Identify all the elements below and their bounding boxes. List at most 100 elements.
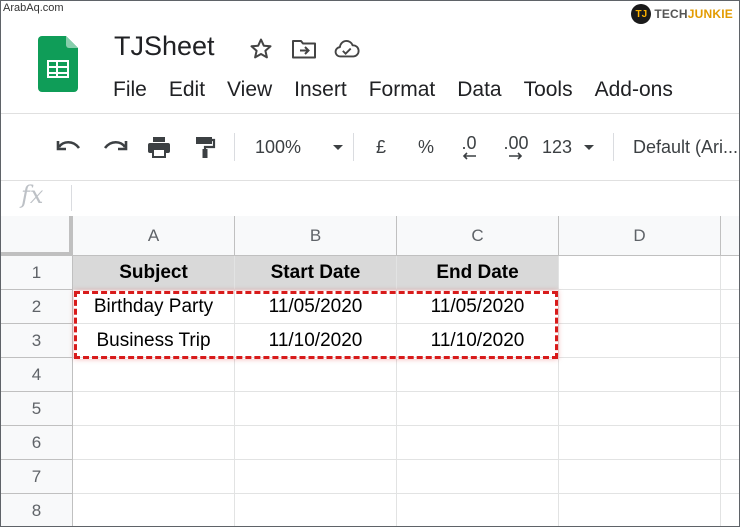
cell-b2[interactable]: 11/05/2020 <box>235 290 397 324</box>
cell-d4[interactable] <box>559 358 721 392</box>
cell-a4[interactable] <box>73 358 235 392</box>
cell-d8[interactable] <box>559 494 721 526</box>
menu-tools[interactable]: Tools <box>524 78 573 102</box>
arrow-right-icon <box>509 152 523 160</box>
star-icon[interactable] <box>248 36 274 62</box>
increase-decimal-button[interactable]: .00 <box>498 132 534 162</box>
chevron-down-icon <box>584 145 594 150</box>
more-formats-button[interactable]: 123 <box>542 132 596 162</box>
watermark-left: ArabAq.com <box>3 2 64 14</box>
cell-c2[interactable]: 11/05/2020 <box>397 290 559 324</box>
cell-b5[interactable] <box>235 392 397 426</box>
cell-a2[interactable]: Birthday Party <box>73 290 235 324</box>
cell-c3[interactable]: 11/10/2020 <box>397 324 559 358</box>
zoom-select[interactable]: 100% <box>255 132 345 162</box>
cell-a8[interactable] <box>73 494 235 526</box>
formula-bar: fx <box>1 179 739 217</box>
formula-divider <box>71 185 72 211</box>
cell-c1[interactable]: End Date <box>397 256 559 290</box>
cell-c4[interactable] <box>397 358 559 392</box>
menu-data[interactable]: Data <box>457 78 501 102</box>
column-header-c[interactable]: C <box>397 216 559 256</box>
fx-label: fx <box>21 181 44 209</box>
header: TJSheet File Edit View Insert Format Dat… <box>1 1 739 113</box>
cell-d7[interactable] <box>559 460 721 494</box>
select-all-corner[interactable] <box>1 216 73 256</box>
arrow-left-icon <box>462 152 476 160</box>
techjunkie-logo: TJ <box>631 4 652 24</box>
cell-b1[interactable]: Start Date <box>235 256 397 290</box>
chevron-down-icon <box>333 145 343 150</box>
cell-d1[interactable] <box>559 256 721 290</box>
cell-b7[interactable] <box>235 460 397 494</box>
cell-c6[interactable] <box>397 426 559 460</box>
menu-format[interactable]: Format <box>369 78 436 102</box>
techjunkie-text: TECHJUNKIE <box>654 7 733 21</box>
cell-c8[interactable] <box>397 494 559 526</box>
font-family-select[interactable]: Default (Ari... <box>633 132 739 162</box>
decrease-decimal-button[interactable]: .0 <box>453 132 485 162</box>
cloud-saved-icon[interactable] <box>334 36 360 62</box>
title-actions <box>248 36 360 62</box>
cell-d3[interactable] <box>559 324 721 358</box>
toolbar: 100% £ % .0 .00 123 Default (Ari... <box>1 113 739 181</box>
undo-icon[interactable] <box>54 132 84 162</box>
decrease-decimal-label: .0 <box>461 133 477 153</box>
document-title[interactable]: TJSheet <box>114 31 215 62</box>
cell-a6[interactable] <box>73 426 235 460</box>
menu-edit[interactable]: Edit <box>169 78 205 102</box>
cell-a7[interactable] <box>73 460 235 494</box>
row-header-8[interactable]: 8 <box>1 494 73 526</box>
row-header-4[interactable]: 4 <box>1 358 73 392</box>
toolbar-divider <box>613 133 614 161</box>
app-window: ArabAq.com TJ TECHJUNKIE TJSheet File Ed… <box>0 0 740 527</box>
cell-a1[interactable]: Subject <box>73 256 235 290</box>
menu-addons[interactable]: Add-ons <box>595 78 673 102</box>
zoom-value: 100% <box>255 136 302 157</box>
cell-e6[interactable] <box>721 426 739 460</box>
cell-e7[interactable] <box>721 460 739 494</box>
column-header-d[interactable]: D <box>559 216 721 256</box>
techjunkie-watermark: TJ TECHJUNKIE <box>631 4 733 24</box>
cell-e8[interactable] <box>721 494 739 526</box>
cell-e4[interactable] <box>721 358 739 392</box>
cell-c5[interactable] <box>397 392 559 426</box>
cell-b3[interactable]: 11/10/2020 <box>235 324 397 358</box>
paint-format-icon[interactable] <box>190 132 220 162</box>
row-header-3[interactable]: 3 <box>1 324 73 358</box>
cell-c7[interactable] <box>397 460 559 494</box>
row-header-7[interactable]: 7 <box>1 460 73 494</box>
cell-b6[interactable] <box>235 426 397 460</box>
toolbar-divider <box>353 133 354 161</box>
cell-d2[interactable] <box>559 290 721 324</box>
menu-file[interactable]: File <box>113 78 147 102</box>
column-header-e[interactable] <box>721 216 739 256</box>
menu-view[interactable]: View <box>227 78 272 102</box>
currency-format-button[interactable]: £ <box>368 132 394 162</box>
cell-d5[interactable] <box>559 392 721 426</box>
menu-insert[interactable]: Insert <box>294 78 347 102</box>
cell-e1[interactable] <box>721 256 739 290</box>
cell-e3[interactable] <box>721 324 739 358</box>
cell-d6[interactable] <box>559 426 721 460</box>
cell-e2[interactable] <box>721 290 739 324</box>
cell-e5[interactable] <box>721 392 739 426</box>
cell-b4[interactable] <box>235 358 397 392</box>
menu-bar: File Edit View Insert Format Data Tools … <box>113 78 695 102</box>
print-icon[interactable] <box>144 132 174 162</box>
row-header-1[interactable]: 1 <box>1 256 73 290</box>
increase-decimal-label: .00 <box>503 133 529 153</box>
column-header-b[interactable]: B <box>235 216 397 256</box>
row-header-2[interactable]: 2 <box>1 290 73 324</box>
column-header-a[interactable]: A <box>73 216 235 256</box>
cell-a5[interactable] <box>73 392 235 426</box>
cell-b8[interactable] <box>235 494 397 526</box>
row-header-6[interactable]: 6 <box>1 426 73 460</box>
redo-icon[interactable] <box>100 132 130 162</box>
more-formats-label: 123 <box>542 136 573 157</box>
cell-a3[interactable]: Business Trip <box>73 324 235 358</box>
sheets-logo-icon[interactable] <box>38 36 78 97</box>
row-header-5[interactable]: 5 <box>1 392 73 426</box>
move-to-folder-icon[interactable] <box>291 36 317 62</box>
percent-format-button[interactable]: % <box>413 132 439 162</box>
